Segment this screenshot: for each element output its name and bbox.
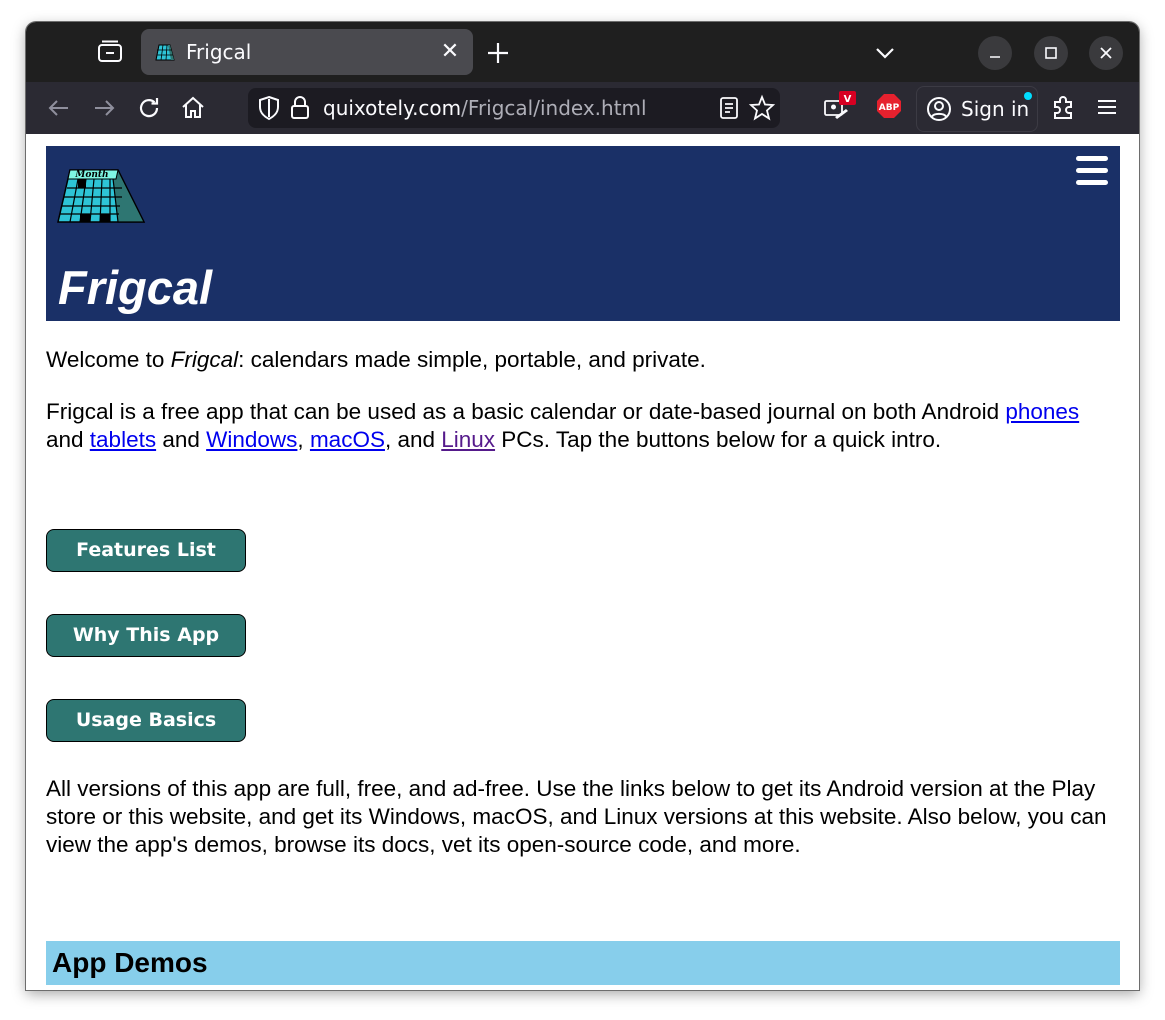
sign-in-label: Sign in [961,97,1030,121]
app-menu-icon[interactable] [1092,92,1122,122]
sign-in-button[interactable]: Sign in [916,86,1038,132]
intro-paragraph: Frigcal is a free app that can be used a… [46,399,1080,452]
new-tab-icon[interactable] [484,39,512,67]
url-text[interactable]: quixotely.com/Frigcal/index.html [323,96,647,120]
close-tab-icon[interactable]: ✕ [439,40,461,62]
site-menu-hamburger-icon[interactable] [1076,156,1108,190]
browser-window: Frigcal ✕ quixotely.com/Frigcal/index.ht… [26,22,1139,990]
tab-list-chevron-icon[interactable] [872,40,898,66]
url-bar[interactable]: quixotely.com/Frigcal/index.html [248,88,780,128]
svg-text:ABP: ABP [879,103,900,113]
tab-title: Frigcal [186,40,252,64]
extensions-puzzle-icon[interactable] [1049,92,1079,122]
close-window-button[interactable] [1089,36,1123,70]
active-tab[interactable]: Frigcal ✕ [141,29,473,75]
lock-icon[interactable] [288,94,312,122]
svg-text:Month: Month [74,170,108,180]
back-arrow-icon[interactable] [44,93,74,123]
notification-dot [1024,92,1032,100]
tab-bar: Frigcal ✕ [26,22,1139,82]
bookmark-star-icon[interactable] [748,94,776,122]
nav-toolbar: quixotely.com/Frigcal/index.html V ABP S… [26,82,1139,134]
section-title: App Demos [52,947,208,978]
reload-icon[interactable] [134,93,164,123]
shield-icon[interactable] [256,94,282,122]
account-icon [925,95,953,123]
vivaldi-extension-icon[interactable]: V [822,91,856,125]
versions-paragraph: All versions of this app are full, free,… [46,776,1107,857]
page-content: Month Frigcal Welcome to Frigcal: calend… [26,134,1139,990]
tab-overview-icon[interactable] [96,38,124,66]
home-icon[interactable] [178,93,208,123]
maximize-button[interactable] [1034,36,1068,70]
linux-link[interactable]: Linux [441,427,495,452]
forward-arrow-icon[interactable] [89,93,119,123]
site-title: Frigcal [58,261,213,314]
adblock-plus-icon[interactable]: ABP [875,92,903,120]
reader-view-icon[interactable] [716,95,742,121]
usage-basics-button[interactable]: Usage Basics [46,699,246,742]
frigcal-favicon-icon [155,42,175,62]
features-list-button[interactable]: Features List [46,529,246,572]
phones-link[interactable]: phones [1005,399,1079,424]
minimize-button[interactable] [978,36,1012,70]
macos-link[interactable]: macOS [310,427,385,452]
app-demos-section-header: App Demos [46,941,1120,985]
why-this-app-button[interactable]: Why This App [46,614,246,657]
welcome-paragraph: Welcome to Frigcal: calendars made simpl… [46,347,706,372]
tablets-link[interactable]: tablets [90,427,156,452]
windows-link[interactable]: Windows [206,427,297,452]
svg-text:V: V [844,94,852,105]
site-header: Month Frigcal [46,146,1120,321]
frigcal-logo-icon[interactable]: Month [56,164,148,230]
